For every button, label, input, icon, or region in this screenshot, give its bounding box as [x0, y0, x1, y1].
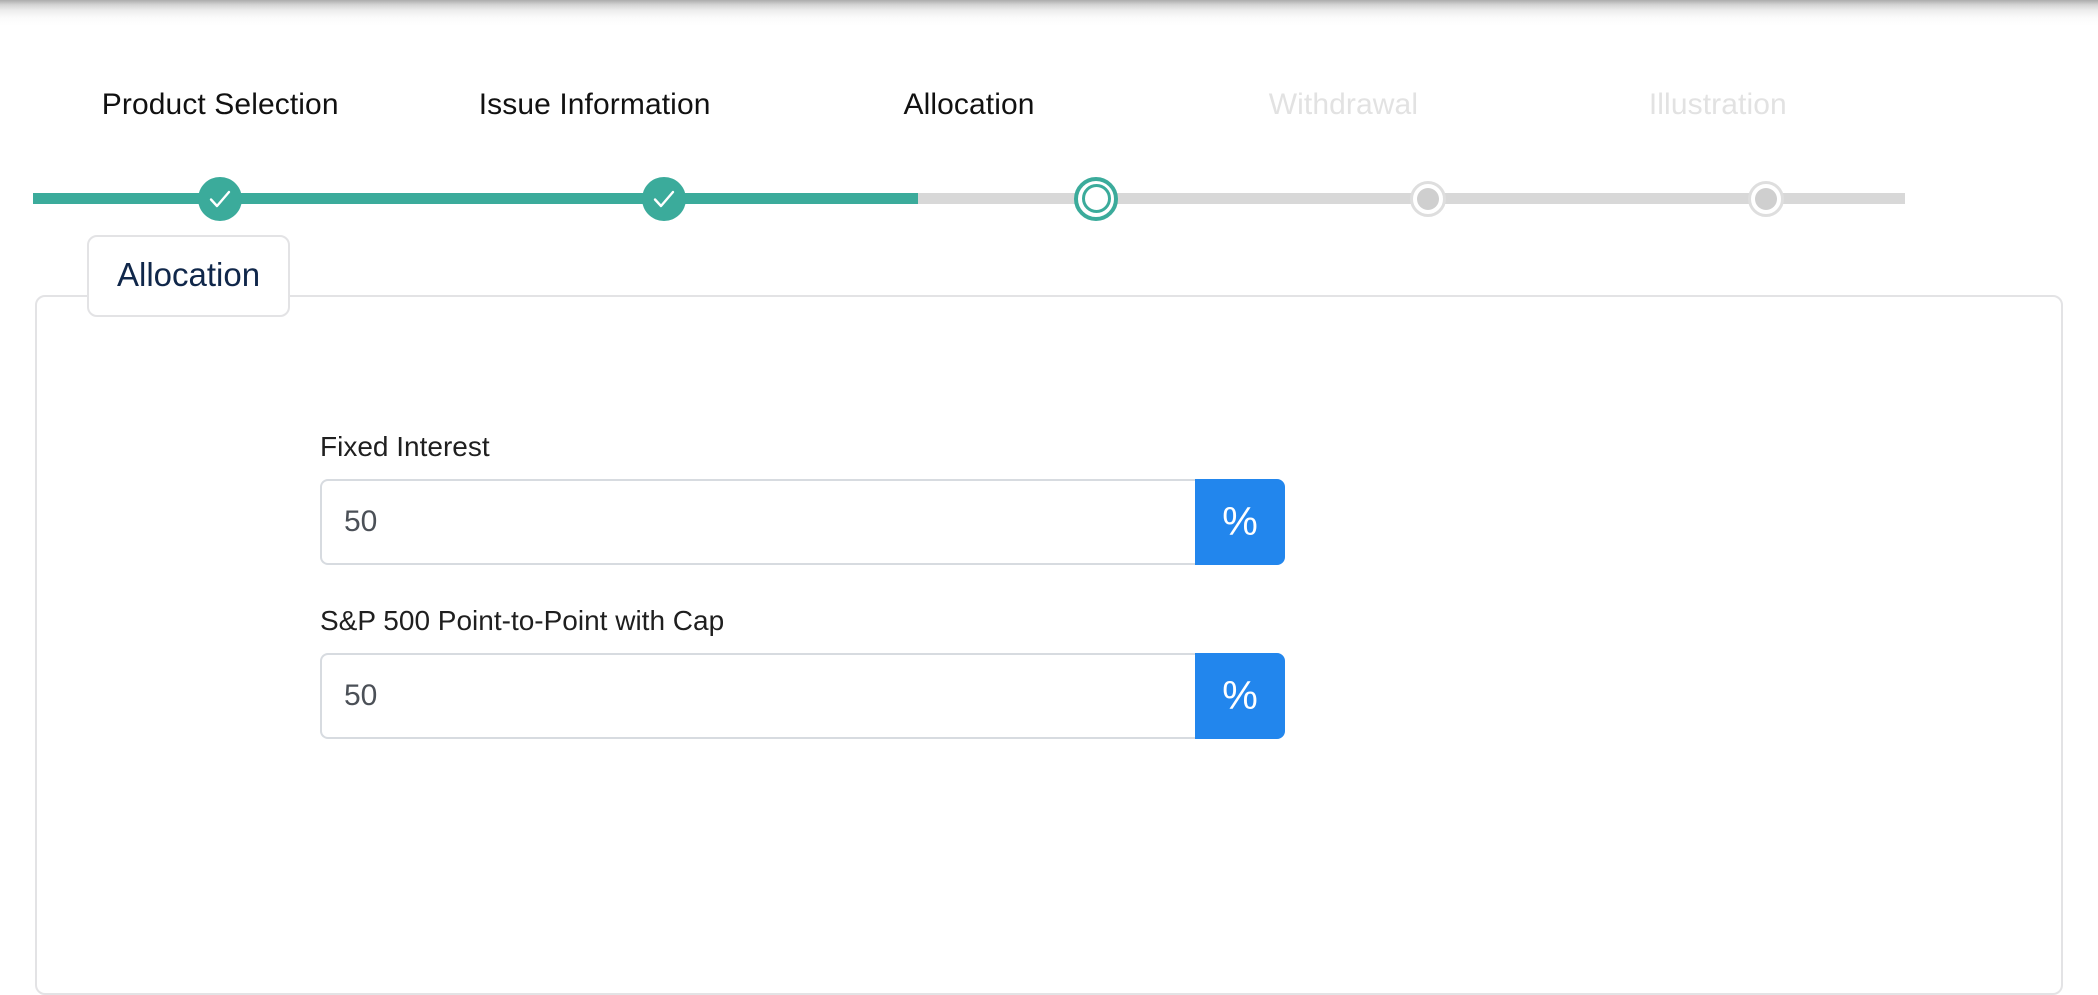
step-label-product-selection[interactable]: Product Selection [33, 88, 407, 122]
step-node-withdrawal[interactable] [1410, 180, 1446, 217]
step-upcoming-badge-1 [1410, 180, 1446, 217]
dot-icon [1755, 187, 1777, 210]
step-upcoming-badge-2 [1748, 180, 1784, 217]
wizard-stepper: Product Selection Issue Information Allo… [0, 0, 2098, 221]
percent-icon: % [1222, 674, 1258, 718]
stepper-nodes [33, 176, 1905, 221]
percent-icon: % [1222, 500, 1258, 544]
step-node-illustration[interactable] [1748, 180, 1784, 217]
step-node-allocation[interactable] [1074, 176, 1118, 221]
allocation-panel: Allocation Fixed Interest % S&P 500 Poin… [35, 235, 2063, 995]
step-label-issue-information[interactable]: Issue Information [407, 88, 781, 122]
step-label-allocation[interactable]: Allocation [782, 88, 1156, 122]
field-label-fixed-interest: Fixed Interest [320, 431, 490, 462]
fixed-interest-input[interactable] [320, 479, 1195, 565]
ring-icon [1081, 184, 1111, 213]
step-complete-badge-2 [642, 176, 686, 221]
step-active-badge [1074, 176, 1118, 221]
field-label-sp500-point-to-point-with-cap: S&P 500 Point-to-Point with Cap [320, 605, 725, 636]
step-complete-badge-1 [198, 176, 242, 221]
fixed-interest-percent-button[interactable]: % [1195, 479, 1285, 565]
field-sp500-point-to-point-with-cap: S&P 500 Point-to-Point with Cap % [320, 595, 1720, 739]
dot-icon [1417, 187, 1439, 210]
input-group-sp500-point-to-point-with-cap: % [320, 653, 1285, 739]
check-icon [653, 190, 675, 207]
field-fixed-interest: Fixed Interest % [320, 421, 1720, 565]
input-group-fixed-interest: % [320, 479, 1285, 565]
check-icon [209, 190, 231, 207]
step-label-illustration[interactable]: Illustration [1531, 88, 1905, 122]
allocation-form: Fixed Interest % S&P 500 Point-to-Point … [320, 421, 1720, 769]
step-node-issue-information[interactable] [642, 176, 686, 221]
step-label-withdrawal[interactable]: Withdrawal [1156, 88, 1530, 122]
step-node-product-selection[interactable] [198, 176, 242, 221]
sp500-point-to-point-with-cap-percent-button[interactable]: % [1195, 653, 1285, 739]
sp500-point-to-point-with-cap-input[interactable] [320, 653, 1195, 739]
stepper-labels: Product Selection Issue Information Allo… [33, 88, 1905, 122]
panel-legend-allocation: Allocation [87, 235, 291, 317]
